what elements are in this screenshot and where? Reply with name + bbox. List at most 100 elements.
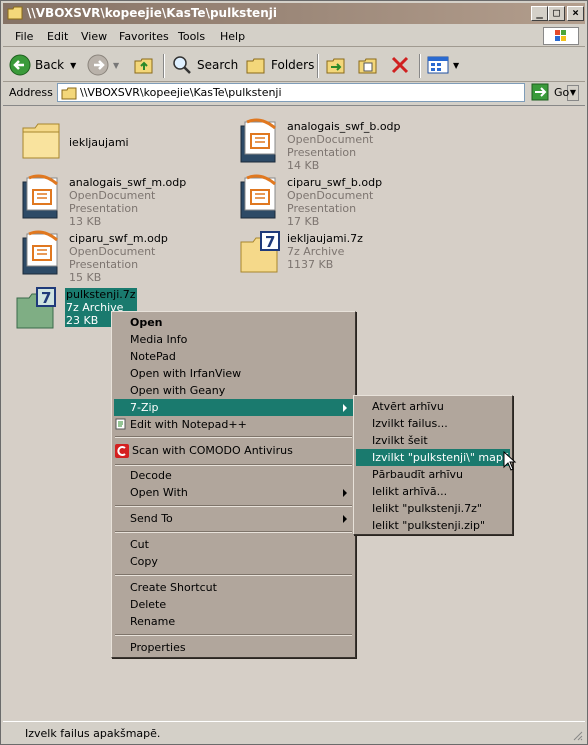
delete-button[interactable]: [389, 54, 411, 76]
menu-item-copy[interactable]: Copy: [114, 553, 353, 570]
context-menu: Open Media Info NotePad Open with IrfanV…: [111, 311, 356, 658]
resize-grip-icon[interactable]: [571, 729, 583, 741]
file-item[interactable]: 7 iekljaujami.7z 7z Archive 1137 KB: [227, 228, 437, 280]
menu-item-7zip[interactable]: 7-Zip: [114, 399, 353, 416]
file-name: pulkstenji.7z: [66, 288, 136, 301]
submenu-item[interactable]: Atvērt arhīvu: [356, 398, 510, 415]
maximize-button[interactable]: □: [548, 6, 565, 21]
go-label: Go: [554, 85, 570, 99]
submenu-item[interactable]: Izvilkt failus...: [356, 415, 510, 432]
submenu-item[interactable]: Ielikt "pulkstenji.7z": [356, 500, 510, 517]
menu-item-7zip-label: 7-Zip: [130, 401, 159, 414]
menu-item-comodo[interactable]: Scan with COMODO Antivirus: [114, 441, 353, 461]
views-icon: [427, 56, 449, 74]
menu-divider: [115, 505, 352, 507]
title-bar[interactable]: \\VBOXSVR\kopeejie\KasTe\pulkstenji _ □ …: [3, 3, 585, 24]
comodo-shield-icon: [115, 444, 129, 458]
menu-item-cut[interactable]: Cut: [114, 536, 353, 553]
file-name: ciparu_swf_m.odp: [69, 232, 168, 245]
file-type: 7z Archive: [287, 245, 345, 258]
menu-item-notepad[interactable]: NotePad: [114, 348, 353, 365]
address-input[interactable]: \\VBOXSVR\kopeejie\KasTe\pulkstenji ▼: [57, 83, 579, 102]
file-label: iekljaujami.7z 7z Archive 1137 KB: [287, 232, 363, 271]
folders-icon: [246, 58, 265, 74]
menu-item-open[interactable]: Open: [114, 314, 353, 331]
file-item[interactable]: ciparu_swf_m.odp OpenDocument Presentati…: [9, 228, 219, 284]
menu-item-geany[interactable]: Open with Geany: [114, 382, 353, 399]
submenu-item[interactable]: Pārbaudīt arhīvu: [356, 466, 510, 483]
views-dropdown-icon[interactable]: ▼: [453, 61, 459, 70]
file-item[interactable]: iekljaujami: [9, 116, 219, 168]
move-to-button[interactable]: [325, 54, 347, 76]
go-button[interactable]: Go: [531, 83, 569, 101]
submenu-item[interactable]: Izvilkt šeit: [356, 432, 510, 449]
notepadpp-icon: [115, 418, 126, 430]
address-bar: Address \\VBOXSVR\kopeejie\KasTe\pulkste…: [3, 83, 585, 103]
back-dropdown-icon[interactable]: ▼: [70, 61, 76, 70]
explorer-window: \\VBOXSVR\kopeejie\KasTe\pulkstenji _ □ …: [0, 0, 588, 745]
back-arrow-icon: [9, 54, 31, 76]
menu-view[interactable]: View: [81, 30, 107, 43]
menu-item-send-to[interactable]: Send To: [114, 510, 353, 527]
file-item[interactable]: ciparu_swf_b.odp OpenDocument Presentati…: [227, 172, 437, 228]
menu-file[interactable]: File: [15, 30, 33, 43]
forward-button[interactable]: ▼: [87, 54, 119, 76]
mouse-cursor-icon: [503, 451, 517, 471]
file-item[interactable]: analogais_swf_m.odp OpenDocument Present…: [9, 172, 219, 228]
menu-item-properties[interactable]: Properties: [114, 639, 353, 656]
back-button[interactable]: Back ▼: [9, 54, 76, 76]
menu-item-comodo-label: Scan with COMODO Antivirus: [132, 444, 293, 457]
close-button[interactable]: ×: [567, 6, 584, 21]
menu-item-notepadpp[interactable]: Edit with Notepad++: [114, 416, 353, 433]
up-folder-button[interactable]: [133, 54, 155, 76]
menu-favorites[interactable]: Favorites: [119, 30, 169, 43]
address-label: Address: [9, 86, 53, 99]
address-value: \\VBOXSVR\kopeejie\KasTe\pulkstenji: [80, 86, 282, 99]
menu-item-create-shortcut[interactable]: Create Shortcut: [114, 579, 353, 596]
folders-button[interactable]: Folders: [245, 54, 314, 76]
submenu-item[interactable]: Ielikt arhīvā...: [356, 483, 510, 500]
submenu-item[interactable]: Ielikt "pulkstenji.zip": [356, 517, 510, 534]
file-item[interactable]: analogais_swf_b.odp OpenDocument Present…: [227, 116, 437, 172]
toolbar-separator: [419, 54, 421, 78]
copy-to-button[interactable]: [357, 54, 379, 76]
submenu-arrow-icon: [343, 404, 347, 412]
menu-item-rename[interactable]: Rename: [114, 613, 353, 630]
menu-item-open-with[interactable]: Open With: [114, 484, 353, 501]
menu-tools[interactable]: Tools: [178, 30, 205, 43]
menu-item-delete[interactable]: Delete: [114, 596, 353, 613]
search-button[interactable]: Search: [171, 54, 238, 76]
menu-help[interactable]: Help: [220, 30, 245, 43]
menu-item-open-with-label: Open With: [130, 486, 188, 499]
odp-presentation-icon: [22, 174, 58, 219]
submenu-item-highlighted[interactable]: Izvilkt "pulkstenji\" mapē: [356, 449, 510, 466]
menu-item-irfanview[interactable]: Open with IrfanView: [114, 365, 353, 382]
7z-archive-icon: 7: [240, 231, 280, 273]
folder-icon: [22, 123, 60, 159]
move-to-icon: [326, 58, 345, 74]
menu-divider: [115, 436, 352, 438]
7z-archive-icon: 7: [16, 287, 56, 329]
menu-item-decode[interactable]: Decode: [114, 467, 353, 484]
back-label: Back: [35, 58, 65, 72]
views-button[interactable]: ▼: [427, 54, 459, 76]
submenu-arrow-icon: [343, 489, 347, 497]
toolbar-separator: [163, 54, 165, 78]
minimize-button[interactable]: _: [531, 6, 548, 21]
search-icon: [173, 56, 191, 74]
menu-divider: [115, 464, 352, 466]
svg-text:7: 7: [41, 289, 51, 307]
menu-edit[interactable]: Edit: [47, 30, 68, 43]
sevenzip-submenu: Atvērt arhīvu Izvilkt failus... Izvilkt …: [353, 395, 513, 535]
toolbar-separator: [317, 54, 319, 78]
windows-logo-icon: [543, 27, 579, 45]
odp-presentation-icon: [240, 118, 276, 163]
file-name: analogais_swf_b.odp: [287, 120, 401, 133]
menu-item-media-info[interactable]: Media Info: [114, 331, 353, 348]
copy-to-icon: [358, 58, 377, 74]
toolbar: Back ▼ ▼ Search Folders ▼: [3, 48, 585, 82]
status-text: Izvelk failus apakšmapē.: [25, 727, 161, 740]
file-size: 1137 KB: [287, 258, 334, 271]
forward-dropdown-icon[interactable]: ▼: [113, 61, 119, 70]
folders-label: Folders: [271, 58, 315, 72]
